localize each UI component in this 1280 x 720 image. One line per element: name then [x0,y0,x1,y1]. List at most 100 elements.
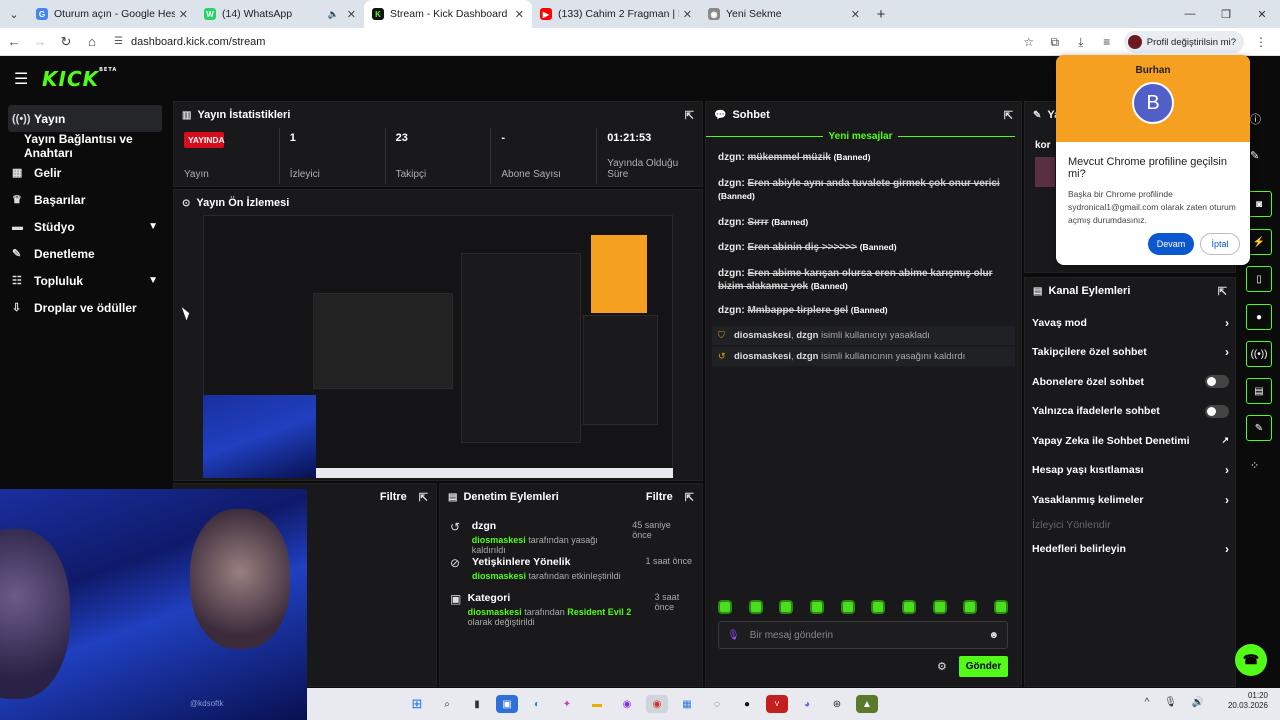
sidebar-item-stream-key[interactable]: Yayın Bağlantısı ve Anahtarı [0,132,170,160]
discord-icon[interactable]: ◕ [796,695,818,713]
popout-icon[interactable]: ⇱ [419,491,428,504]
sidebar-item-droplar[interactable]: ⇩ Droplar ve ödüller [0,294,170,321]
taskbar-clock[interactable]: 01:20 20.03.2026 [1228,691,1268,712]
layout-icon[interactable]: ▤ [1246,378,1272,404]
stream-preview-video[interactable] [203,215,673,478]
channel-action-banned-words[interactable]: Yasaklanmış kelimeler › [1026,485,1235,515]
obs-icon[interactable]: ● [736,695,758,713]
emote-icon[interactable] [748,600,763,614]
sidebar-item-yayin[interactable]: ((•)) Yayın [8,105,162,132]
more-menu-icon[interactable]: ⋮ [1248,35,1274,49]
emote-icon[interactable] [932,600,947,614]
home-icon[interactable]: ⌂ [80,30,104,54]
tab-search-icon[interactable]: ⌄ [0,0,28,28]
edge-icon[interactable]: ◐ [526,695,548,713]
cancel-button[interactable]: İptal [1200,233,1240,255]
chat-username[interactable]: dzgn: [718,152,745,163]
sidebar-item-gelir[interactable]: ▦ Gelir [0,159,170,186]
close-icon[interactable]: ✕ [179,8,188,21]
chat-username[interactable]: dzgn: [718,178,745,189]
chat-username[interactable]: dzgn: [718,268,745,279]
emote-icon[interactable] [993,600,1008,614]
windows-start-icon[interactable]: ⊞ [406,695,428,713]
close-icon[interactable]: ✕ [347,8,356,21]
search-icon[interactable]: ⌕ [436,695,458,713]
channel-action-ai-moderation[interactable]: Yapay Zeka ile Sohbet Denetimi ↗ [1026,426,1235,456]
close-window-icon[interactable]: ✕ [1244,0,1280,28]
channel-action-goals[interactable]: Hedefleri belirleyin › [1026,535,1235,565]
voicemod-icon[interactable]: V [766,695,788,713]
send-button[interactable]: Gönder [959,656,1008,677]
timer-icon[interactable]: ◌ [706,695,728,713]
bookmark-star-icon[interactable]: ☆ [1016,35,1042,49]
calculator-icon[interactable]: ▦ [676,695,698,713]
popout-icon[interactable]: ⇱ [1218,285,1227,298]
emote-icon[interactable] [871,600,886,614]
emote-icon[interactable] [718,600,732,614]
edit-icon[interactable]: ✎ [1250,149,1259,162]
task-view-icon[interactable]: ▮ [466,695,488,713]
toggle-switch[interactable] [1205,404,1229,418]
close-icon[interactable]: ✕ [683,8,692,21]
folder-icon[interactable]: ▬ [586,695,608,713]
profile-switch-chip[interactable]: Profil değiştirilsin mi? [1123,31,1244,53]
copilot-icon[interactable]: ✦ [556,695,578,713]
minimize-icon[interactable]: — [1172,0,1208,28]
info-icon[interactable]: ⓘ [1250,111,1261,127]
browser-tab[interactable]: ▶ (133) Cahim 2 Fragman | Biletin ✕ [532,0,700,28]
close-icon[interactable]: ✕ [851,8,860,21]
filter-button[interactable]: Filtre [380,491,407,503]
emote-icon[interactable] [963,600,978,614]
system-target[interactable]: dzgn [796,330,818,341]
emote-icon[interactable] [901,600,916,614]
mod-user[interactable]: diosmaskesi [472,571,526,581]
chat-username[interactable]: dzgn: [718,242,745,253]
emoji-icon[interactable]: ☻ [988,630,999,641]
extensions-icon[interactable]: ⧉ [1042,35,1068,50]
sidebar-item-denetleme[interactable]: ✎ Denetleme [0,240,170,267]
address-bar[interactable]: ☰ dashboard.kick.com/stream [114,30,1034,53]
kick-logo[interactable]: KICKBETA [42,67,117,91]
steam-icon[interactable]: ⊛ [826,695,848,713]
reload-icon[interactable]: ↻ [54,30,78,54]
browser-tab[interactable]: W (14) WhatsApp 🔈 ✕ [196,0,364,28]
close-icon[interactable]: ✕ [515,8,524,21]
microphone-icon[interactable]: 🎙 [727,630,740,641]
media-control-icon[interactable]: ≡ [1094,35,1120,49]
download-icon[interactable]: ⤓ [1068,35,1094,50]
document-icon[interactable]: ▯ [1246,266,1272,292]
apps-icon[interactable]: ⁘ [1250,459,1259,472]
support-chat-button[interactable]: ☎ [1235,644,1267,676]
new-tab-button[interactable]: + [868,6,894,23]
site-info-icon[interactable]: ☰ [114,36,123,47]
mod-user[interactable]: diosmaskesi [472,535,526,545]
browser-tab[interactable]: ◉ Yeni Sekme ✕ [700,0,868,28]
game-icon[interactable]: ▲ [856,695,878,713]
popout-icon[interactable]: ⇱ [685,491,694,504]
channel-action-followers-only[interactable]: Takipçilere özel sohbet › [1026,338,1235,368]
store-icon[interactable]: ▣ [496,695,518,713]
chat-username[interactable]: dzgn: [718,217,745,228]
toggle-switch[interactable] [1205,375,1229,389]
system-actor[interactable]: diosmaskesi [734,351,791,362]
popout-icon[interactable]: ⇱ [1004,109,1013,122]
channel-action-account-age[interactable]: Hesap yaşı kısıtlaması › [1026,456,1235,486]
emote-icon[interactable] [809,600,824,614]
menu-icon[interactable]: ☰ [14,69,34,89]
system-target[interactable]: dzgn [796,351,818,362]
chat-input[interactable]: 🎙 Bir mesaj gönderin ☻ [718,621,1008,649]
system-actor[interactable]: diosmaskesi [734,330,791,341]
popout-icon[interactable]: ⇱ [685,109,694,122]
emote-icon[interactable] [840,600,855,614]
back-icon[interactable]: ← [2,30,26,54]
broadcast-icon[interactable]: ((•)) [1246,341,1272,367]
browser-tab-active[interactable]: K Stream - Kick Dashboard ✕ [364,0,532,28]
forward-icon[interactable]: → [28,30,52,54]
continue-button[interactable]: Devam [1148,233,1194,255]
sidebar-item-basarilar[interactable]: ♛ Başarılar [0,186,170,213]
gear-icon[interactable]: ⚙ [937,660,947,673]
sidebar-item-studyo[interactable]: ▬ Stüdyo ▼ [0,213,170,240]
channel-action-slow-mode[interactable]: Yavaş mod › [1026,308,1235,338]
wrench-icon[interactable]: ✎ [1246,415,1272,441]
pomodoro-icon[interactable]: ◉ [616,695,638,713]
